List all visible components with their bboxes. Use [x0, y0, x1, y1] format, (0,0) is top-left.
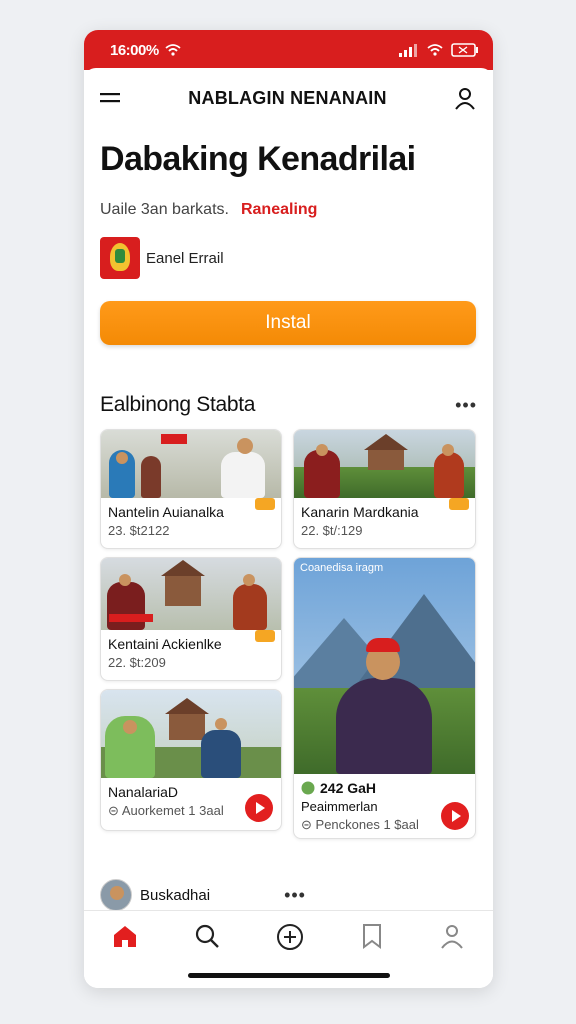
video-thumbnail	[101, 558, 281, 630]
card-overlay-text: Coanedisa iragm	[300, 562, 384, 574]
duration-badge	[255, 498, 275, 510]
check-icon	[301, 781, 315, 795]
install-button[interactable]: Instal	[100, 301, 476, 345]
card-title: Kanarin Mardkania	[301, 504, 419, 520]
menu-icon[interactable]	[100, 91, 122, 105]
section-header: Ealbinong Stabta •••	[100, 393, 477, 417]
battery-icon	[451, 43, 479, 57]
video-card[interactable]: Kanarin Mardkania 22. $t/:129	[293, 429, 476, 549]
card-meta: 22. $t:209	[108, 655, 166, 670]
card-title: Nantelin Auianalka	[108, 504, 224, 520]
wifi-icon	[165, 44, 181, 56]
card-meta: 22. $t/:129	[301, 523, 363, 538]
profile-icon[interactable]	[439, 923, 465, 949]
video-thumbnail: Coanedisa iragm	[294, 558, 475, 774]
more-options-icon[interactable]: •••	[284, 885, 306, 906]
bottom-nav	[84, 910, 493, 988]
signal-icon	[399, 43, 419, 57]
developer-row[interactable]: Eanel Errail	[100, 237, 477, 279]
app-category-link[interactable]: Ranealing	[241, 201, 317, 219]
section-title: Ealbinong Stabta	[100, 393, 256, 416]
video-thumbnail	[101, 690, 281, 778]
views-icon: ⊝	[108, 803, 119, 818]
app-subtitle: Uaile 3an barkats.	[100, 201, 229, 218]
play-button[interactable]	[245, 794, 273, 822]
video-card[interactable]: Kentaini Ackienlke 22. $t:209	[100, 557, 282, 681]
video-card[interactable]: Nantelin Auianalka 23. $t2122	[100, 429, 282, 549]
top-nav: NABLAGIN NENANAIN	[84, 68, 493, 128]
wifi-icon	[427, 44, 443, 56]
channel-row[interactable]: Buskadhai •••	[100, 879, 477, 911]
app-title: Dabaking Kenadrilai	[100, 140, 416, 178]
card-count: 242 GaH	[320, 780, 377, 796]
home-indicator	[188, 973, 390, 978]
more-options-icon[interactable]: •••	[455, 395, 477, 416]
nav-title: NABLAGIN NENANAIN	[188, 87, 387, 108]
phone-frame: 16:00% NABLAGIN NENANAIN Dabaking Kenadr…	[84, 30, 493, 988]
video-card[interactable]: NanalariaD ⊝ Auorkemet 1 3aal	[100, 689, 282, 831]
video-thumbnail	[294, 430, 475, 498]
status-bar: 16:00%	[84, 30, 493, 70]
views-icon: ⊝	[301, 817, 312, 832]
card-count-row: 242 GaH	[294, 774, 475, 796]
developer-logo	[100, 237, 140, 279]
app-detail-sheet: NABLAGIN NENANAIN Dabaking Kenadrilai Ua…	[84, 68, 493, 988]
video-thumbnail	[101, 430, 281, 498]
status-time: 16:00%	[110, 41, 159, 59]
video-grid: Nantelin Auianalka 23. $t2122 Kanarin Ma…	[100, 429, 477, 869]
play-button[interactable]	[441, 802, 469, 830]
duration-badge	[449, 498, 469, 510]
developer-name: Eanel Errail	[146, 249, 224, 267]
home-icon[interactable]	[112, 923, 138, 949]
channel-name: Buskadhai	[140, 886, 211, 904]
card-title: Kentaini Ackienlke	[108, 636, 222, 652]
card-meta: 23. $t2122	[108, 523, 170, 538]
bookmark-icon[interactable]	[361, 923, 383, 949]
profile-icon[interactable]	[453, 86, 477, 110]
add-icon[interactable]	[276, 923, 304, 951]
duration-badge	[255, 630, 275, 642]
app-subtitle-row: Uaile 3an barkats. Ranealing	[100, 201, 477, 219]
search-icon[interactable]	[194, 923, 220, 949]
video-card-featured[interactable]: Coanedisa iragm 242 GaH Peaimmerlan ⊝ Pe…	[293, 557, 476, 839]
channel-avatar	[100, 879, 132, 911]
